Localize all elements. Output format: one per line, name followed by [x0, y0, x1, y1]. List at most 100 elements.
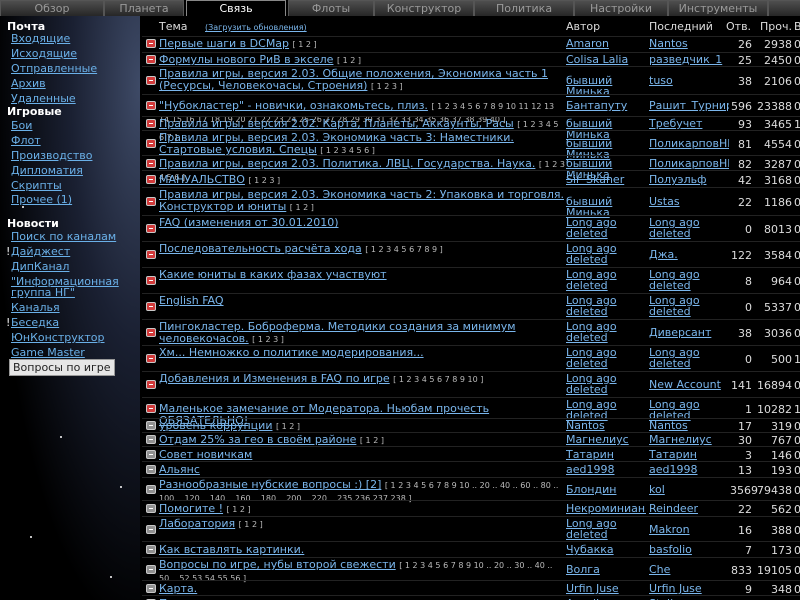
topic-link[interactable]: Карта. — [159, 583, 197, 595]
tab-politics[interactable]: Политика — [474, 0, 574, 16]
sidebar-item-diplomacy[interactable]: Дипломатия — [11, 164, 83, 177]
topic-pages[interactable]: [ 1 2 ] — [337, 56, 361, 65]
last-poster-link[interactable]: Long ago deleted — [649, 295, 729, 317]
author-link[interactable]: Long ago deleted — [566, 321, 646, 343]
author-link[interactable]: Магнелиус — [566, 434, 646, 445]
sidebar-item-besedka[interactable]: Беседка — [11, 316, 59, 329]
topic-link[interactable]: Правила игры, версия 2.02. Карта, Планет… — [159, 118, 514, 130]
last-poster-link[interactable]: kol — [649, 484, 729, 495]
last-poster-link[interactable]: Long ago deleted — [649, 347, 729, 369]
topic-link[interactable]: Первые шаги в DCMap — [159, 38, 289, 50]
topic-link[interactable]: Правила игры, версия 2.03. Общие положен… — [159, 68, 548, 92]
last-poster-link[interactable]: Джа. — [649, 249, 729, 260]
sidebar-item-other[interactable]: Прочее (1) — [11, 193, 72, 206]
last-poster-link[interactable]: basfolio — [649, 544, 729, 555]
author-link[interactable]: Чубакка — [566, 544, 646, 555]
sidebar-item-game-master[interactable]: Game Master — [11, 346, 85, 359]
author-link[interactable]: aed1998 — [566, 464, 646, 475]
last-poster-link[interactable]: ПоликарповНН — [649, 158, 729, 169]
topic-link[interactable]: Вопросы по игре, нубы второй свежести — [159, 559, 396, 571]
tab-more[interactable] — [768, 0, 800, 16]
topic-link[interactable]: Разнообразные нубские вопросы :) [2] — [159, 479, 381, 491]
last-poster-link[interactable]: Urfin Juse — [649, 583, 729, 594]
last-poster-link[interactable]: Рашит_Турнир-3 — [649, 100, 729, 111]
topic-pages[interactable]: [ 1 2 3 ] — [252, 335, 284, 344]
last-poster-link[interactable]: New Account — [649, 379, 729, 390]
author-link[interactable]: Некроминианцы — [566, 503, 646, 514]
author-link[interactable]: Amaron — [566, 38, 646, 49]
author-link[interactable]: Бантапуту — [566, 100, 646, 111]
last-poster-link[interactable]: ПоликарповНН — [649, 138, 729, 149]
author-link[interactable]: Long ago deleted — [566, 295, 646, 317]
tab-planet[interactable]: Планета — [104, 0, 184, 16]
sidebar-item-sent[interactable]: Отправленные — [11, 62, 97, 75]
tab-communication[interactable]: Связь — [186, 0, 286, 16]
sidebar-item-junconstructor[interactable]: ЮнКонструктор — [11, 331, 105, 344]
sidebar-item-digest[interactable]: Дайджест — [11, 245, 70, 258]
sidebar-item-battles[interactable]: Бои — [11, 119, 32, 132]
reload-link[interactable]: (Загрузить обновления) — [205, 23, 307, 32]
topic-pages[interactable]: [ 1 2 ] — [293, 40, 317, 49]
topic-link[interactable]: Правила игры, версия 2.03. Экономика час… — [159, 189, 564, 213]
last-poster-link[interactable]: aed1998 — [649, 464, 729, 475]
topic-link[interactable]: Альянс — [159, 464, 200, 476]
sidebar-item-fleet[interactable]: Флот — [11, 134, 41, 147]
topic-link[interactable]: Как вставлять картинки. — [159, 544, 304, 556]
sidebar-item-outbox[interactable]: Исходящие — [11, 47, 77, 60]
last-poster-link[interactable]: Диверсант — [649, 327, 729, 338]
last-poster-link[interactable]: разведчик_1 — [649, 54, 729, 65]
author-link[interactable]: Long ago deleted — [566, 243, 646, 265]
sidebar-item-game-questions[interactable]: Вопросы по игре — [9, 359, 115, 376]
topic-link[interactable]: English FAQ — [159, 295, 224, 307]
topic-pages[interactable]: [ 1 2 3 4 5 6 ] — [320, 146, 375, 155]
tab-settings[interactable]: Настройки — [574, 0, 668, 16]
tab-overview[interactable]: Обзор — [0, 0, 104, 16]
author-link[interactable]: Sir_Skaner — [566, 174, 646, 185]
topic-link[interactable]: Помогите ! — [159, 503, 223, 515]
topic-link[interactable]: Хм... Немножко о политике модерирования.… — [159, 347, 424, 359]
topic-pages[interactable]: [ 1 2 3 ] — [248, 176, 280, 185]
author-link[interactable]: Волга — [566, 564, 646, 575]
last-poster-link[interactable]: Long ago deleted — [649, 217, 729, 239]
topic-link[interactable]: "Нубокластер" - новички, ознакомьтесь, п… — [159, 100, 428, 112]
topic-link[interactable]: Формулы нового РиВ в экселе — [159, 54, 333, 66]
topic-pages[interactable]: [ 1 2 ] — [227, 505, 251, 514]
topic-pages[interactable]: [ 1 2 3 ] — [371, 82, 403, 91]
topic-link[interactable]: Добавления и Изменения в FAQ по игре — [159, 373, 390, 385]
author-link[interactable]: Urfin Juse — [566, 583, 646, 594]
author-link[interactable]: Татарин — [566, 449, 646, 460]
topic-link[interactable]: Какие юниты в каких фазах участвуют — [159, 269, 387, 281]
last-poster-link[interactable]: Полуэльф — [649, 174, 729, 185]
sidebar-item-inbox[interactable]: Входящие — [11, 32, 70, 45]
sidebar-item-archive[interactable]: Архив — [11, 77, 46, 90]
last-poster-link[interactable]: Che — [649, 564, 729, 575]
last-poster-link[interactable]: Ustas — [649, 196, 729, 207]
topic-link[interactable]: Пингокластер. Боброферма. Методики созда… — [159, 321, 516, 345]
author-link[interactable]: Long ago deleted — [566, 347, 646, 369]
author-link[interactable]: Блондин — [566, 484, 646, 495]
topic-link[interactable]: МАНУАЛЬСТВО — [159, 174, 245, 186]
tab-constructor[interactable]: Конструктор — [374, 0, 474, 16]
topic-link[interactable]: Последовательность расчёта хода — [159, 243, 362, 255]
author-link[interactable]: Long ago deleted — [566, 373, 646, 395]
tab-tools[interactable]: Инструменты — [668, 0, 768, 16]
topic-pages[interactable]: [ 1 2 ] — [276, 422, 300, 431]
last-poster-link[interactable]: Nantos — [649, 38, 729, 49]
author-link[interactable]: Colisa Lalia — [566, 54, 646, 65]
author-link[interactable]: Long ago deleted — [566, 217, 646, 239]
last-poster-link[interactable]: Nantos — [649, 420, 729, 431]
last-poster-link[interactable]: Требучет — [649, 118, 729, 129]
topic-link[interactable]: Отдам 25% за гео в своём районе — [159, 434, 356, 446]
sidebar-item-kanalya[interactable]: Каналья — [11, 301, 60, 314]
last-poster-link[interactable]: Магнелиус — [649, 434, 729, 445]
last-poster-link[interactable]: Reindeer — [649, 503, 729, 514]
topic-pages[interactable]: [ 1 2 ] — [360, 436, 384, 445]
sidebar-item-production[interactable]: Производство — [11, 149, 92, 162]
topic-link[interactable]: Правила игры, версия 2.03. Политика. ЛВЦ… — [159, 158, 535, 170]
last-poster-link[interactable]: Makron — [649, 524, 729, 535]
topic-pages[interactable]: [ 1 2 3 4 5 6 7 8 9 ] — [365, 245, 442, 254]
author-link[interactable]: Long ago deleted — [566, 269, 646, 291]
author-link[interactable]: Nantos — [566, 420, 646, 431]
sidebar-item-deleted[interactable]: Удаленные — [11, 92, 76, 105]
tab-fleets[interactable]: Флоты — [288, 0, 374, 16]
